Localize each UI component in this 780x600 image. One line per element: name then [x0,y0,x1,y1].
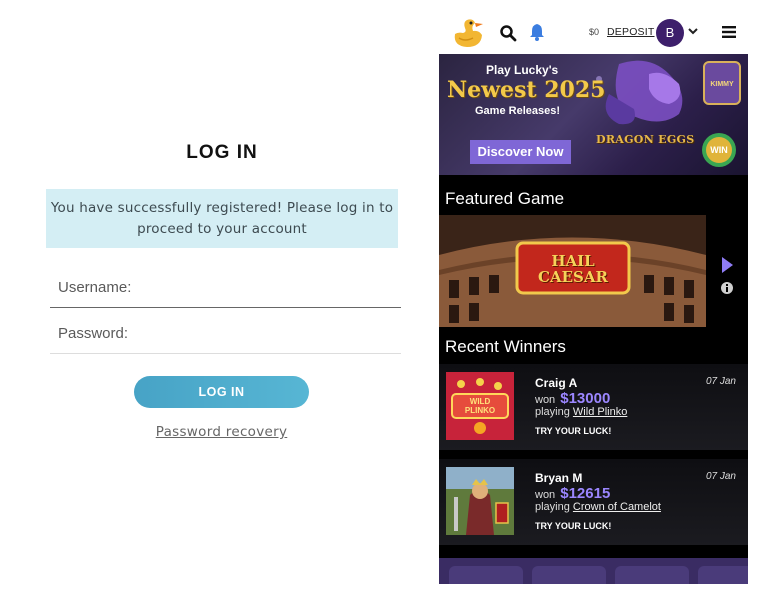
bottom-nav [439,558,748,584]
promo-line3: Game Releases! [475,105,560,117]
next-arrow-icon[interactable] [721,256,734,274]
bottom-nav-tab[interactable] [449,566,523,584]
winner-won-line: won $12615 [535,485,610,502]
winner-game-link[interactable]: Wild Plinko [573,406,627,418]
winner-amount: $12615 [560,485,611,502]
user-avatar[interactable]: B [656,19,684,47]
winner-card[interactable]: Bryan M 07 Jan won $12615 playing Crown … [439,459,748,545]
dragon-art: KIMMY WIN [596,60,741,167]
bottom-nav-tab[interactable] [698,566,748,584]
username-input[interactable] [50,268,401,307]
info-icon[interactable] [721,282,733,294]
bottom-nav-tab[interactable] [532,566,606,584]
bell-icon[interactable] [528,22,546,42]
won-prefix: won [535,489,556,501]
recent-winners-title: Recent Winners [445,337,566,356]
casino-app-panel: $0 DEPOSIT B KIMMY WIN Play Lucky's Newe… [439,10,748,584]
featured-game-title: Featured Game [445,189,565,208]
playing-prefix: playing [535,406,570,418]
playing-prefix: playing [535,501,570,513]
app-header: $0 DEPOSIT B [439,10,748,54]
winner-name: Craig A [535,376,578,390]
try-your-luck-link[interactable]: TRY YOUR LUCK! [535,521,611,531]
dragon-eggs-logo: DRAGON EGGS [596,133,695,146]
discover-now-button[interactable]: Discover Now [470,140,571,164]
winner-playing-line: playing Wild Plinko [535,406,627,418]
username-field[interactable] [50,268,401,308]
deposit-link[interactable]: DEPOSIT [607,26,655,38]
password-recovery-link[interactable]: Password recovery [134,424,309,440]
winner-date: 07 Jan [705,376,736,387]
promo-banner[interactable]: KIMMY WIN Play Lucky's Newest 2025 Game … [439,54,748,175]
featured-game-banner[interactable]: HAIL CAESAR [439,215,706,327]
winner-date: 07 Jan [705,471,736,482]
search-icon[interactable] [499,24,517,42]
hamburger-menu-icon[interactable] [722,26,736,38]
winner-playing-line: playing Crown of Camelot [535,501,661,513]
duck-icon[interactable] [449,16,489,50]
wild-plinko-thumbnail[interactable]: WILD PLINKO [446,372,514,440]
login-title: LOG IN [186,142,258,163]
chevron-down-icon[interactable] [688,27,698,35]
promo-line1: Play Lucky's [486,63,559,77]
winner-won-line: won $13000 [535,390,610,407]
login-button[interactable]: LOG IN [134,376,309,408]
crown-of-camelot-thumbnail[interactable] [446,467,514,535]
winner-card[interactable]: WILD PLINKO Craig A 07 Jan won $13000 pl… [439,364,748,450]
registration-success-message: You have successfully registered! Please… [46,189,398,248]
svg-text:KIMMY: KIMMY [710,81,734,88]
winner-name: Bryan M [535,471,583,485]
password-input[interactable] [50,314,401,353]
try-your-luck-link[interactable]: TRY YOUR LUCK! [535,426,611,436]
winner-game-link[interactable]: Crown of Camelot [573,501,661,513]
hail-caesar-logo: HAIL CAESAR [538,252,608,286]
winner-amount: $13000 [560,390,611,407]
password-field[interactable] [50,314,401,354]
bottom-nav-tab[interactable] [615,566,689,584]
balance-amount: $0 [589,27,600,37]
won-prefix: won [535,394,556,406]
wild-plinko-logo: WILD PLINKO [464,397,496,415]
promo-headline: Newest 2025 [447,77,606,103]
svg-text:WIN: WIN [710,145,728,155]
